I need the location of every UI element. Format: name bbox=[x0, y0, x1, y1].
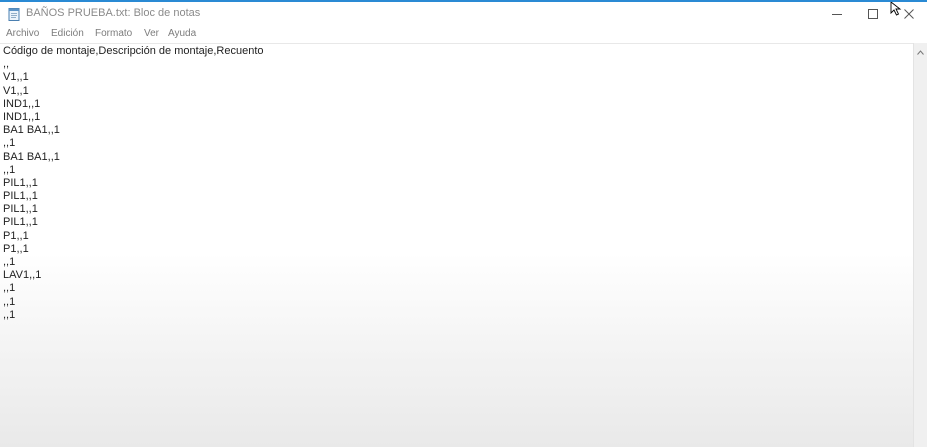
window-title: BAÑOS PRUEBA.txt: Bloc de notas bbox=[26, 7, 201, 19]
scroll-up-button[interactable] bbox=[914, 45, 927, 57]
scrollbar-track[interactable] bbox=[914, 59, 927, 447]
maximize-button[interactable] bbox=[855, 4, 891, 26]
minimize-icon bbox=[832, 6, 842, 24]
editor-content[interactable]: Código de montaje,Descripción de montaje… bbox=[3, 45, 264, 322]
editor-line: ,,1 bbox=[3, 295, 16, 308]
editor-line: ,,1 bbox=[3, 137, 16, 150]
editor-line: PIL1,,1 bbox=[3, 190, 38, 203]
editor-line: PIL1,,1 bbox=[3, 203, 38, 216]
editor-line: IND1,,1 bbox=[3, 97, 41, 110]
menu-ayuda[interactable]: Ayuda bbox=[168, 28, 196, 39]
scroll-up-arrow-icon bbox=[917, 42, 924, 60]
editor-line: ,,1 bbox=[3, 256, 16, 268]
text-editor-area[interactable]: Código de montaje,Descripción de montaje… bbox=[0, 43, 913, 447]
notepad-icon bbox=[8, 7, 20, 21]
menu-bar: Archivo Edición Formato Ver Ayuda bbox=[0, 27, 927, 43]
editor-line: Código de montaje,Descripción de montaje… bbox=[3, 45, 264, 57]
editor-line: V1,,1 bbox=[3, 71, 29, 84]
editor-line: ,,1 bbox=[3, 282, 16, 295]
vertical-scrollbar[interactable] bbox=[913, 43, 927, 447]
editor-line: BA1 BA1,,1 bbox=[3, 150, 60, 163]
menu-edicion[interactable]: Edición bbox=[51, 28, 84, 39]
editor-line: PIL1,,1 bbox=[3, 216, 38, 229]
maximize-icon bbox=[868, 6, 878, 24]
editor-line: P1,,1 bbox=[3, 229, 29, 242]
editor-line: ,,1 bbox=[3, 163, 16, 176]
mouse-pointer-icon bbox=[890, 1, 904, 16]
notepad-window: BAÑOS PRUEBA.txt: Bloc de notas Archivo … bbox=[0, 0, 927, 447]
menu-archivo[interactable]: Archivo bbox=[6, 28, 39, 39]
editor-line: V1,,1 bbox=[3, 84, 29, 97]
editor-line: PIL1,,1 bbox=[3, 176, 38, 189]
menu-ver[interactable]: Ver bbox=[144, 28, 159, 39]
editor-line: ,, bbox=[3, 58, 10, 71]
minimize-button[interactable] bbox=[819, 4, 855, 26]
editor-line: ,,1 bbox=[3, 308, 16, 321]
menu-formato[interactable]: Formato bbox=[95, 28, 132, 39]
title-bar[interactable]: BAÑOS PRUEBA.txt: Bloc de notas bbox=[0, 1, 927, 26]
editor-line: P1,,1 bbox=[3, 242, 29, 255]
editor-line: BA1 BA1,,1 bbox=[3, 124, 60, 137]
editor-line: LAV1,,1 bbox=[3, 269, 42, 282]
editor-line: IND1,,1 bbox=[3, 110, 41, 123]
close-icon bbox=[904, 6, 914, 24]
